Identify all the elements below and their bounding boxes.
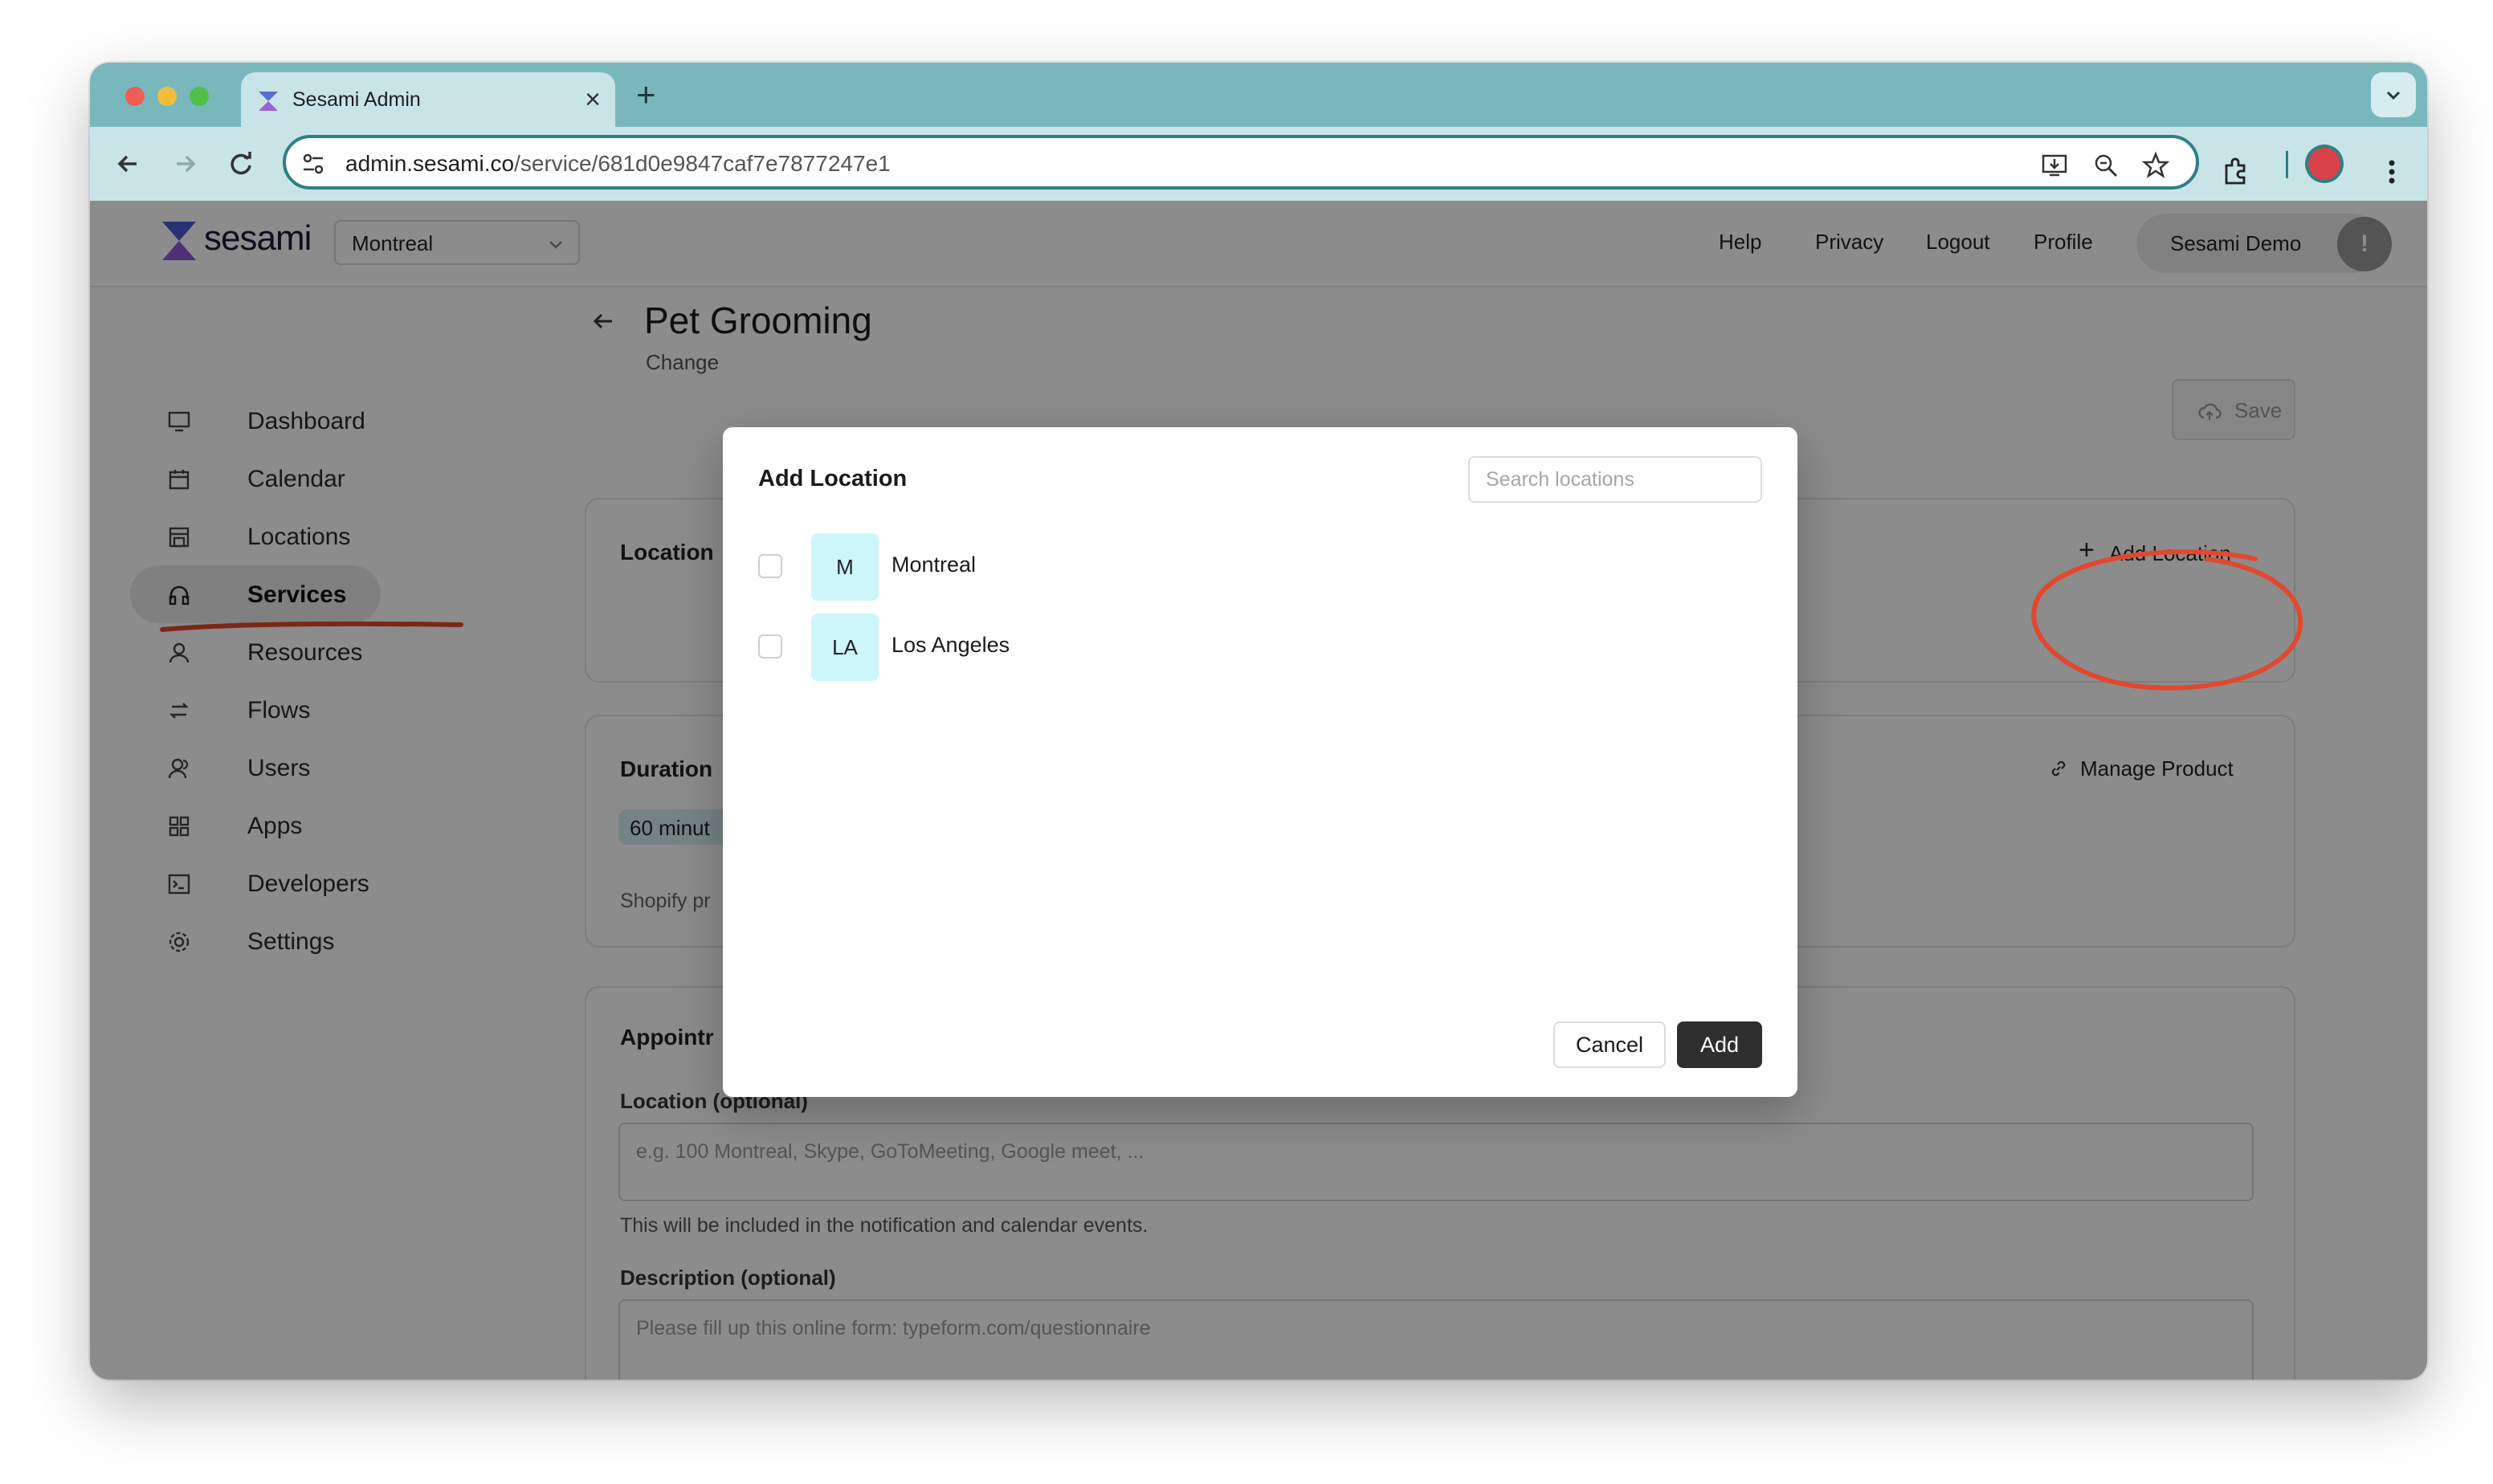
close-tab-icon[interactable]: × (585, 84, 601, 116)
forward-icon[interactable] (167, 146, 202, 181)
tab-bar: Sesami Admin × + (90, 63, 2427, 127)
new-tab-icon[interactable]: + (636, 75, 656, 114)
close-window-button[interactable] (125, 87, 145, 106)
bookmark-star-icon[interactable] (2141, 151, 2170, 180)
add-location-modal: Add Location M Montreal LA Los Angeles C… (723, 427, 1797, 1097)
circle-annotation (2031, 549, 2303, 691)
montreal-checkbox[interactable] (758, 554, 782, 578)
minimize-window-button[interactable] (157, 87, 177, 106)
add-button[interactable]: Add (1677, 1021, 1762, 1068)
chevron-down-icon (2386, 91, 2401, 100)
tab-title: Sesami Admin (292, 88, 421, 111)
browser-window: Sesami Admin × + admin.sesami.co/service… (90, 63, 2427, 1380)
zoom-icon[interactable] (2091, 151, 2120, 180)
reload-icon[interactable] (223, 146, 259, 181)
more-menu-icon[interactable] (2376, 156, 2408, 188)
location-initials-badge: M (811, 533, 879, 601)
los-angeles-checkbox[interactable] (758, 634, 782, 658)
profile-avatar-icon[interactable] (2308, 148, 2340, 180)
extensions-icon[interactable] (2220, 156, 2252, 188)
tab-search-button[interactable] (2371, 72, 2416, 117)
url-text: admin.sesami.co/service/681d0e9847caf7e7… (345, 151, 891, 176)
location-name: Montreal (892, 552, 977, 577)
maximize-window-button[interactable] (190, 87, 209, 106)
modal-title: Add Location (758, 466, 908, 491)
address-bar[interactable]: admin.sesami.co/service/681d0e9847caf7e7… (283, 135, 2199, 190)
location-option-montreal[interactable]: M Montreal (758, 533, 1240, 601)
back-icon[interactable] (111, 146, 146, 181)
tab-sesami-admin[interactable]: Sesami Admin × (241, 72, 615, 127)
location-name: Los Angeles (892, 633, 1010, 657)
toolbar-separator (2286, 151, 2288, 178)
sesami-favicon-icon (259, 92, 278, 111)
location-option-los-angeles[interactable]: LA Los Angeles (758, 614, 1240, 681)
location-initials-badge: LA (811, 614, 879, 681)
cancel-button[interactable]: Cancel (1553, 1021, 1666, 1068)
install-app-icon[interactable] (2040, 151, 2069, 180)
site-settings-icon[interactable] (299, 149, 328, 178)
app-page: sesami Montreal Help Privacy Logout Prof… (90, 201, 2427, 1380)
search-locations-input[interactable] (1468, 456, 1762, 503)
